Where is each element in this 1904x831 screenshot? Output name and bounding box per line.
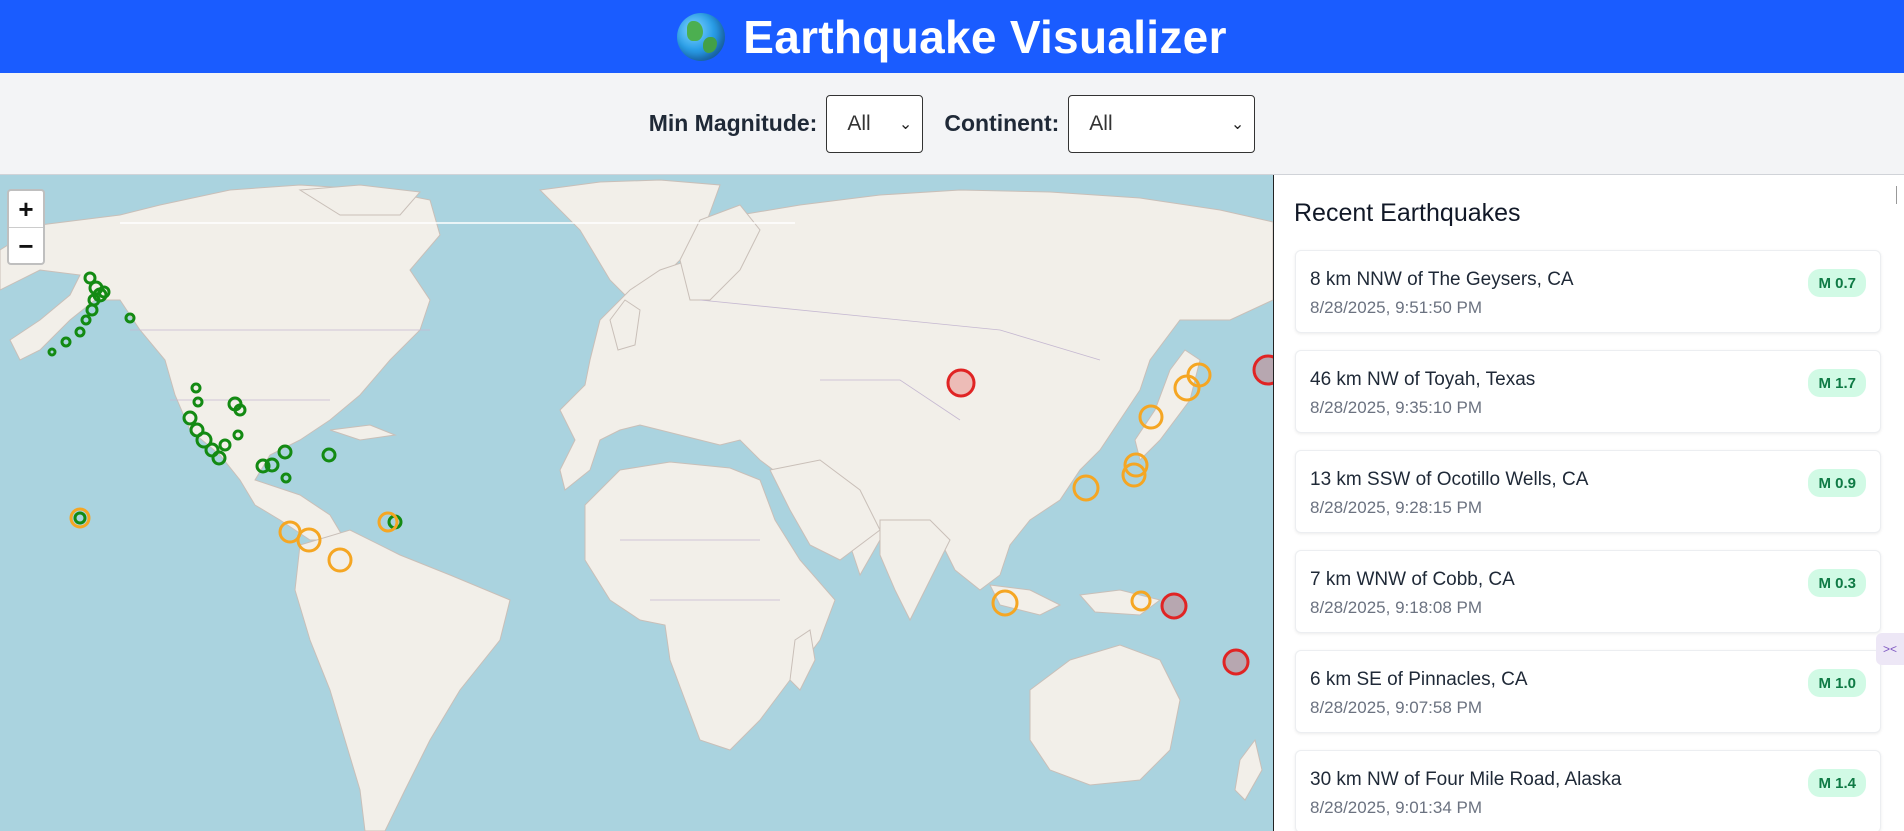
quake-card[interactable]: 8 km NNW of The Geysers, CA 8/28/2025, 9… xyxy=(1295,250,1881,333)
quake-card[interactable]: 13 km SSW of Ocotillo Wells, CA 8/28/202… xyxy=(1295,450,1881,533)
panel-title: Recent Earthquakes xyxy=(1294,199,1521,227)
zoom-control: + − xyxy=(7,189,45,265)
quake-time: 8/28/2025, 9:35:10 PM xyxy=(1310,398,1483,417)
quake-place: 7 km WNW of Cobb, CA xyxy=(1310,569,1515,590)
quake-place: 8 km NNW of The Geysers, CA xyxy=(1310,269,1574,290)
chevron-down-icon: ⌄ xyxy=(898,115,913,133)
min-magnitude-label: Min Magnitude: xyxy=(648,110,818,136)
magnitude-badge: M 0.9 xyxy=(1808,469,1866,497)
quake-time: 8/28/2025, 9:28:15 PM xyxy=(1310,498,1483,517)
zoom-out-button[interactable]: − xyxy=(9,228,43,264)
quake-time: 8/28/2025, 9:51:50 PM xyxy=(1310,298,1483,317)
continent-select[interactable]: All ⌄ xyxy=(1068,94,1256,153)
map-canvas[interactable] xyxy=(0,175,1273,831)
min-magnitude-value: All xyxy=(847,111,871,135)
quake-marker[interactable] xyxy=(1160,592,1188,620)
magnitude-badge: M 0.3 xyxy=(1808,569,1866,597)
extension-tab-icon[interactable]: >< xyxy=(1876,633,1904,665)
magnitude-badge: M 0.7 xyxy=(1808,269,1866,297)
quake-time: 8/28/2025, 9:07:58 PM xyxy=(1310,698,1483,717)
magnitude-badge: M 1.4 xyxy=(1808,769,1866,797)
panel-edge-handle xyxy=(1896,186,1904,204)
quake-time: 8/28/2025, 9:18:08 PM xyxy=(1310,598,1483,617)
filter-bar: Min Magnitude: All ⌄ Continent: All ⌄ xyxy=(0,73,1904,175)
min-magnitude-select[interactable]: All ⌄ xyxy=(826,94,924,153)
quake-place: 30 km NW of Four Mile Road, Alaska xyxy=(1310,769,1622,790)
magnitude-badge: M 1.7 xyxy=(1808,369,1866,397)
world-map[interactable] xyxy=(0,175,1273,831)
quake-marker[interactable] xyxy=(1222,648,1250,676)
continent-value: All xyxy=(1089,111,1113,135)
recent-earthquakes-panel: Recent Earthquakes 8 km NNW of The Geyse… xyxy=(1273,175,1904,831)
app-title: Earthquake Visualizer xyxy=(743,10,1227,63)
quake-card[interactable]: 30 km NW of Four Mile Road, Alaska 8/28/… xyxy=(1295,750,1881,831)
quake-card[interactable]: 46 km NW of Toyah, Texas 8/28/2025, 9:35… xyxy=(1295,350,1881,433)
quake-card[interactable]: 6 km SE of Pinnacles, CA 8/28/2025, 9:07… xyxy=(1295,650,1881,733)
quake-marker[interactable] xyxy=(1252,354,1273,386)
magnitude-badge: M 1.0 xyxy=(1808,669,1866,697)
quake-place: 46 km NW of Toyah, Texas xyxy=(1310,369,1536,390)
quake-card[interactable]: 7 km WNW of Cobb, CA 8/28/2025, 9:18:08 … xyxy=(1295,550,1881,633)
globe-icon xyxy=(677,12,726,61)
app-header: Earthquake Visualizer xyxy=(0,0,1904,73)
continent-label: Continent: xyxy=(944,110,1060,136)
chevron-down-icon: ⌄ xyxy=(1230,115,1245,133)
quake-marker[interactable] xyxy=(946,368,976,398)
quake-place: 6 km SE of Pinnacles, CA xyxy=(1310,669,1528,690)
zoom-in-button[interactable]: + xyxy=(9,191,43,228)
quake-place: 13 km SSW of Ocotillo Wells, CA xyxy=(1310,469,1589,490)
quake-time: 8/28/2025, 9:01:34 PM xyxy=(1310,798,1483,817)
